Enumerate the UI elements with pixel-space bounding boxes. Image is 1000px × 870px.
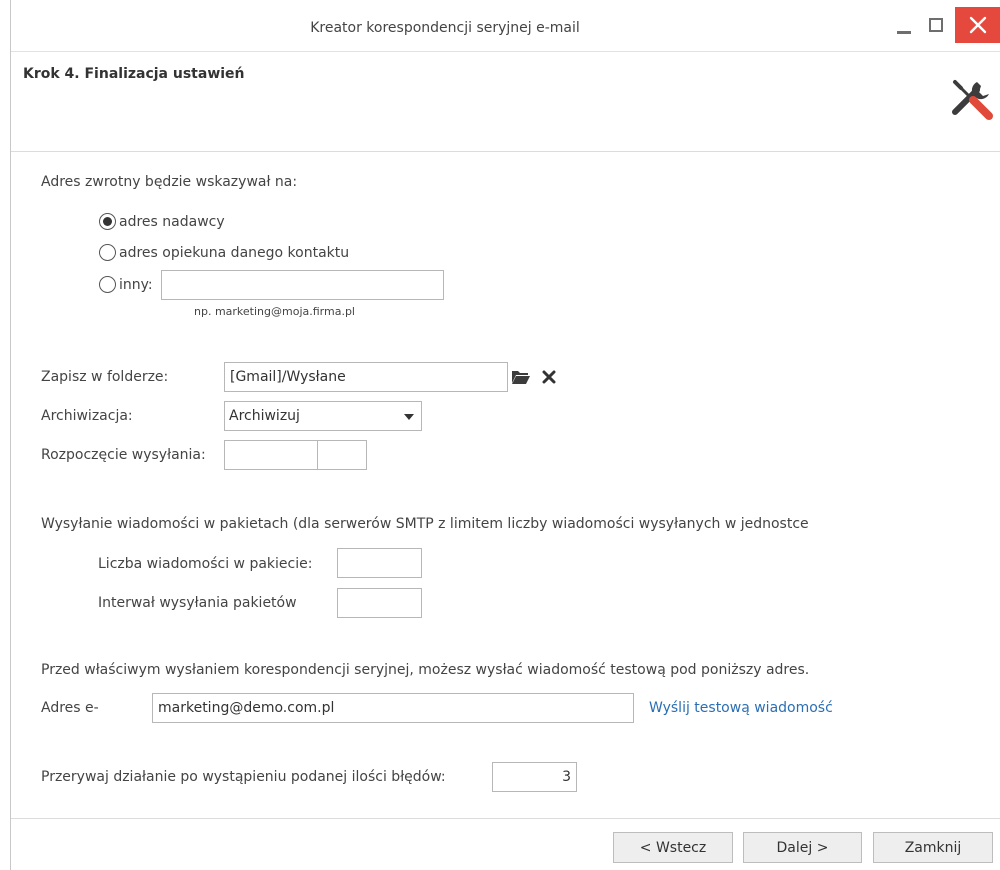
next-button[interactable]: Dalej > [743, 832, 862, 863]
test-message-label: Przed właściwym wysłaniem korespondencji… [41, 662, 810, 678]
error-limit-label: Przerywaj działanie po wystąpieniu podan… [41, 769, 446, 785]
step-title: Krok 4. Finalizacja ustawień [23, 66, 245, 82]
test-email-input[interactable]: marketing@demo.com.pl [152, 693, 634, 723]
radio-button [99, 276, 116, 293]
clear-folder-button[interactable] [536, 362, 562, 392]
start-date-input[interactable] [224, 440, 318, 470]
wizard-window: Kreator korespondencji seryjnej e-mail K… [10, 0, 1000, 870]
maximize-icon [929, 18, 943, 32]
folder-input[interactable]: [Gmail]/Wysłane [224, 362, 508, 392]
close-button[interactable]: Zamknij [873, 832, 993, 863]
archive-selected-value: Archiwizuj [229, 408, 300, 424]
batch-interval-input[interactable] [337, 588, 422, 618]
back-button[interactable]: < Wstecz [613, 832, 733, 863]
other-address-hint: np. marketing@moja.firma.pl [194, 305, 355, 318]
return-address-label: Adres zwrotny będzie wskazywał na: [41, 174, 298, 190]
minimize-button[interactable] [893, 7, 915, 43]
error-limit-input[interactable]: 3 [492, 762, 577, 792]
other-address-input[interactable] [161, 270, 444, 300]
archive-select[interactable]: Archiwizuj [224, 401, 422, 431]
radio-label: adres opiekuna danego kontaktu [119, 244, 350, 261]
batch-count-input[interactable] [337, 548, 422, 578]
folder-label: Zapisz w folderze: [41, 369, 169, 385]
close-x-icon [542, 370, 556, 384]
footer-divider [11, 818, 1000, 819]
start-time-input[interactable] [317, 440, 367, 470]
window-title: Kreator korespondencji seryjnej e-mail [310, 20, 580, 36]
radio-contact-owner-address[interactable]: adres opiekuna danego kontaktu [99, 244, 349, 261]
chevron-down-icon [404, 414, 414, 420]
batch-interval-label: Interwał wysyłania pakietów [98, 595, 297, 611]
folder-icon [512, 371, 530, 384]
close-icon [969, 16, 987, 34]
wizard-header: Krok 4. Finalizacja ustawień [11, 52, 1000, 152]
close-window-button[interactable] [955, 7, 1000, 43]
test-email-label: Adres e- [41, 700, 99, 716]
tools-icon [952, 80, 993, 120]
radio-label: adres nadawcy [119, 213, 225, 230]
batches-label: Wysyłanie wiadomości w pakietach (dla se… [41, 516, 809, 532]
radio-other-address[interactable]: inny: [99, 276, 153, 293]
batch-count-label: Liczba wiadomości w pakiecie: [98, 556, 313, 572]
browse-folder-button[interactable] [508, 362, 534, 392]
title-bar: Kreator korespondencji seryjnej e-mail [11, 0, 1000, 52]
send-test-message-link[interactable]: Wyślij testową wiadomość [649, 700, 833, 716]
radio-button [99, 244, 116, 261]
radio-button [99, 213, 116, 230]
archive-label: Archiwizacja: [41, 408, 133, 424]
maximize-button[interactable] [921, 7, 951, 43]
radio-label: inny: [119, 276, 153, 293]
minimize-icon [897, 17, 911, 34]
start-label: Rozpoczęcie wysyłania: [41, 447, 206, 463]
radio-sender-address[interactable]: adres nadawcy [99, 213, 225, 230]
